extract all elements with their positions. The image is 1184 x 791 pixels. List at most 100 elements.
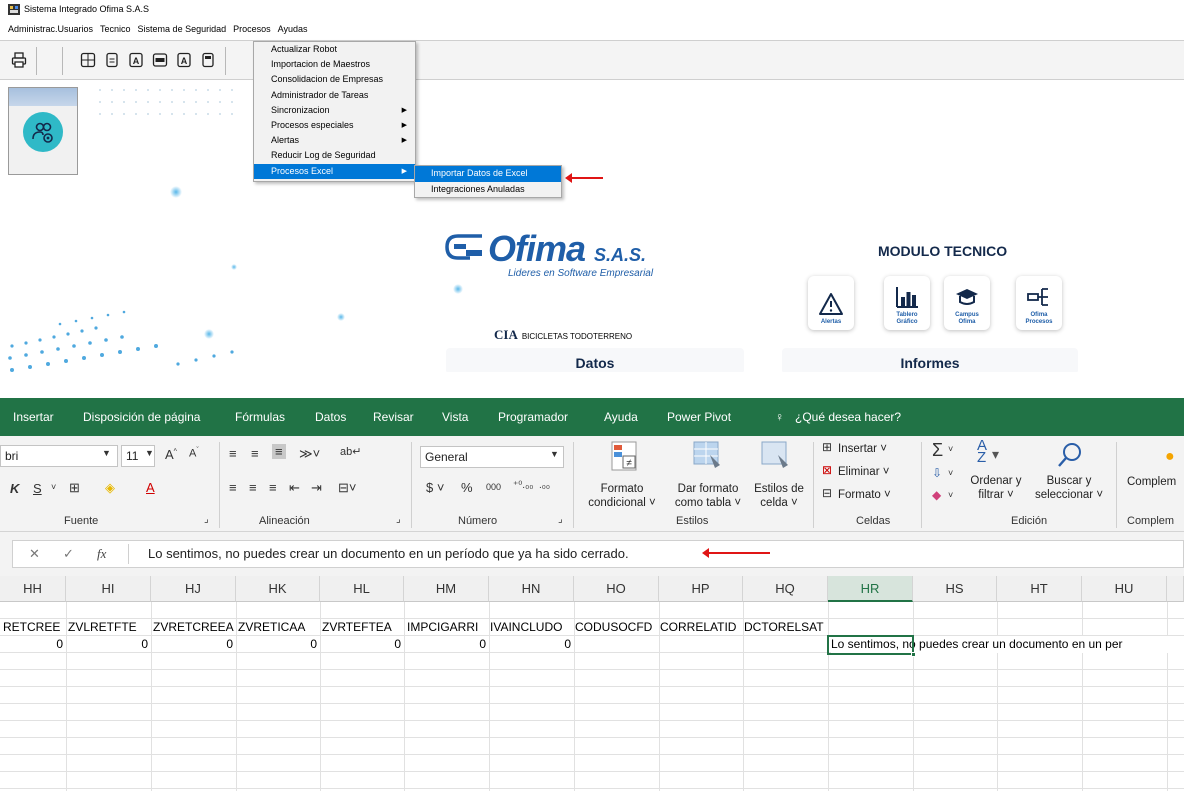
header-cell[interactable]: IVAINCLUDO — [490, 619, 562, 636]
column-header[interactable]: HK — [236, 576, 320, 602]
header-cell[interactable]: ZVRETCREEA — [153, 619, 234, 636]
menuitem-reducir-log[interactable]: Reducir Log de Seguridad — [254, 148, 415, 163]
fill-color-icon[interactable]: ◈ — [105, 480, 115, 496]
tab-programador[interactable]: Programador — [498, 410, 568, 424]
menuitem-integraciones-anuladas[interactable]: Integraciones Anuladas — [415, 182, 561, 198]
tab-formulas[interactable]: Fórmulas — [235, 410, 285, 424]
thousands-icon[interactable]: 000 — [486, 482, 501, 492]
value-cell[interactable]: 0 — [66, 636, 148, 653]
insert-function-icon[interactable]: fx — [97, 546, 106, 562]
cell-styles-button[interactable]: Estilos de celda ˅ — [751, 482, 807, 510]
conditional-format-icon[interactable]: ≠ — [611, 441, 637, 471]
grid-button[interactable] — [77, 48, 99, 72]
menuitem-procesos-especiales[interactable]: Procesos especiales ▶ — [254, 118, 415, 133]
confirm-icon[interactable]: ✓ — [63, 546, 74, 562]
menuitem-actualizar-robot[interactable]: Actualizar Robot — [254, 42, 415, 57]
value-cell[interactable]: 0 — [236, 636, 317, 653]
tab-disposicion-pagina[interactable]: Disposición de página — [83, 410, 200, 424]
column-header[interactable]: HH — [0, 576, 66, 602]
align-top-icon[interactable]: ≡ — [229, 446, 237, 461]
column-header[interactable]: HM — [404, 576, 489, 602]
header-cell[interactable]: DCTORELSAT — [744, 619, 824, 636]
header-cell[interactable]: CORRELATID — [660, 619, 736, 636]
calculator-button[interactable] — [197, 48, 219, 72]
keyboard-button[interactable] — [149, 48, 171, 72]
column-header[interactable]: HU — [1082, 576, 1167, 602]
dialog-launcher-icon[interactable]: ⌟ — [204, 514, 209, 525]
dialog-launcher-icon[interactable]: ⌟ — [396, 514, 401, 525]
find-select-button[interactable]: Buscar y seleccionar ˅ — [1030, 474, 1108, 502]
format-cells-button[interactable]: Formato ˅ — [838, 488, 891, 502]
increase-decimal-icon[interactable]: ⁺⁰.₀₀ — [513, 480, 533, 491]
format-as-table-button[interactable]: Dar formato como tabla ˅ — [662, 482, 754, 510]
tell-me-search[interactable]: ¿Qué desea hacer? — [795, 410, 901, 424]
tab-insertar[interactable]: Insertar — [13, 410, 54, 424]
align-center-icon[interactable]: ≡ — [249, 480, 257, 495]
number-format-select[interactable]: General — [420, 446, 564, 468]
header-cell[interactable]: CODUSOCFD — [575, 619, 652, 636]
print-button[interactable] — [8, 48, 30, 72]
tab-ayuda[interactable]: Ayuda — [604, 410, 638, 424]
percent-icon[interactable]: % — [461, 480, 473, 495]
italic-button[interactable]: K — [10, 481, 19, 496]
underline-button[interactable]: S — [33, 481, 42, 496]
menu-procesos[interactable]: Procesos — [233, 22, 271, 36]
menuitem-consolidacion-empresas[interactable]: Consolidacion de Empresas — [254, 72, 415, 87]
cancel-icon[interactable]: ✕ — [29, 546, 40, 562]
column-header[interactable]: HP — [659, 576, 743, 602]
column-header[interactable]: HO — [574, 576, 659, 602]
orientation-icon[interactable]: ≫˅ — [299, 446, 320, 462]
align-middle-icon[interactable]: ≡ — [251, 446, 259, 461]
menu-ayudas[interactable]: Ayudas — [278, 22, 308, 36]
font-color-icon[interactable]: A — [146, 480, 155, 495]
menu-tecnico[interactable]: Tecnico — [100, 22, 131, 36]
module-launcher-icon[interactable] — [23, 112, 63, 152]
report-a-button[interactable]: A — [125, 48, 147, 72]
insert-cells-button[interactable]: Insertar ˅ — [838, 442, 887, 456]
sort-filter-button[interactable]: Ordenar y filtrar ˅ — [966, 474, 1026, 502]
decrease-decimal-icon[interactable]: .₀₀ — [539, 480, 550, 491]
tablero-grafico-card[interactable]: Tablero Gráfico — [884, 276, 930, 330]
decrease-font-icon[interactable]: Aˇ — [189, 447, 199, 460]
delete-cells-button[interactable]: Eliminar ˅ — [838, 465, 889, 479]
menuitem-administrador-tareas[interactable]: Administrador de Tareas — [254, 88, 415, 103]
align-bottom-icon[interactable]: ≡ — [272, 444, 286, 459]
wrap-text-icon[interactable]: ab↵ — [340, 445, 361, 458]
column-header[interactable]: HT — [997, 576, 1082, 602]
header-cell[interactable]: ZVRTEFTEA — [322, 619, 392, 636]
format-as-table-icon[interactable] — [693, 441, 723, 469]
ofima-procesos-card[interactable]: Ofima Procesos — [1016, 276, 1062, 330]
header-cell[interactable]: ZVRETICAA — [238, 619, 305, 636]
value-cell[interactable]: 0 — [489, 636, 571, 653]
menuitem-alertas[interactable]: Alertas ▶ — [254, 133, 415, 148]
align-right-icon[interactable]: ≡ — [269, 480, 277, 495]
column-header[interactable]: HN — [489, 576, 574, 602]
conditional-format-button[interactable]: Formato condicional ˅ — [587, 482, 657, 510]
header-cell[interactable]: IMPCIGARRI — [407, 619, 478, 636]
column-header[interactable]: HL — [320, 576, 404, 602]
menu-sistema-seguridad[interactable]: Sistema de Seguridad — [138, 22, 227, 36]
menuitem-procesos-excel[interactable]: Procesos Excel ▶ — [254, 163, 415, 179]
report-a2-button[interactable]: A — [173, 48, 195, 72]
menu-administrac-usuarios[interactable]: Administrac.Usuarios — [8, 22, 93, 36]
tab-datos[interactable]: Datos — [315, 410, 346, 424]
value-cell[interactable]: 0 — [320, 636, 401, 653]
currency-icon[interactable]: $ ˅ — [426, 480, 444, 495]
tab-vista[interactable]: Vista — [442, 410, 468, 424]
column-header[interactable] — [1167, 576, 1184, 602]
menuitem-sincronizacion[interactable]: Sincronizacion ▶ — [254, 103, 415, 118]
borders-icon[interactable]: ⊞ — [69, 480, 80, 496]
menuitem-importacion-maestros[interactable]: Importacion de Maestros — [254, 57, 415, 72]
value-cell[interactable]: 0 — [0, 636, 63, 653]
increase-font-icon[interactable]: A^ — [165, 447, 177, 462]
value-cell[interactable]: 0 — [151, 636, 233, 653]
autosum-icon[interactable]: Σ — [932, 440, 943, 461]
font-name-select[interactable]: bri — [0, 445, 118, 467]
header-cell[interactable]: RETCREE — [3, 619, 60, 636]
tab-power-pivot[interactable]: Power Pivot — [667, 410, 731, 424]
fill-down-icon[interactable]: ⇩ — [932, 466, 942, 480]
dialog-launcher-icon[interactable]: ⌟ — [558, 514, 563, 525]
cell-styles-icon[interactable] — [761, 441, 791, 469]
increase-indent-icon[interactable]: ⇥ — [311, 480, 322, 496]
alertas-card[interactable]: Alertas — [808, 276, 854, 330]
